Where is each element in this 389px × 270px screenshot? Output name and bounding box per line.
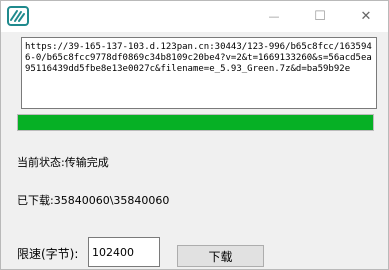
close-button[interactable]: ✕ [343, 1, 389, 32]
speed-limit-label: 限速(字节): [17, 247, 79, 261]
progress-fill [18, 115, 373, 130]
close-icon: ✕ [360, 9, 372, 24]
status-label: 当前状态:传输完成 [17, 156, 109, 169]
client-area: https://39-165-137-103.d.123pan.cn:30443… [1, 32, 388, 269]
download-progress-bar [17, 114, 374, 131]
download-button[interactable]: 下载 [177, 245, 264, 267]
app-window: — ☐ ✕ https://39-165-137-103.d.123pan.cn… [0, 0, 389, 270]
downloaded-label: 已下载:35840060\35840060 [17, 194, 170, 207]
minimize-button[interactable]: — [251, 1, 297, 32]
maximize-button[interactable]: ☐ [297, 1, 343, 32]
speed-limit-input[interactable] [88, 237, 160, 267]
url-textbox[interactable]: https://39-165-137-103.d.123pan.cn:30443… [21, 37, 377, 109]
maximize-icon: ☐ [314, 9, 326, 24]
app-icon [7, 6, 29, 26]
title-bar: — ☐ ✕ [1, 1, 388, 32]
minimize-icon: — [268, 10, 280, 23]
